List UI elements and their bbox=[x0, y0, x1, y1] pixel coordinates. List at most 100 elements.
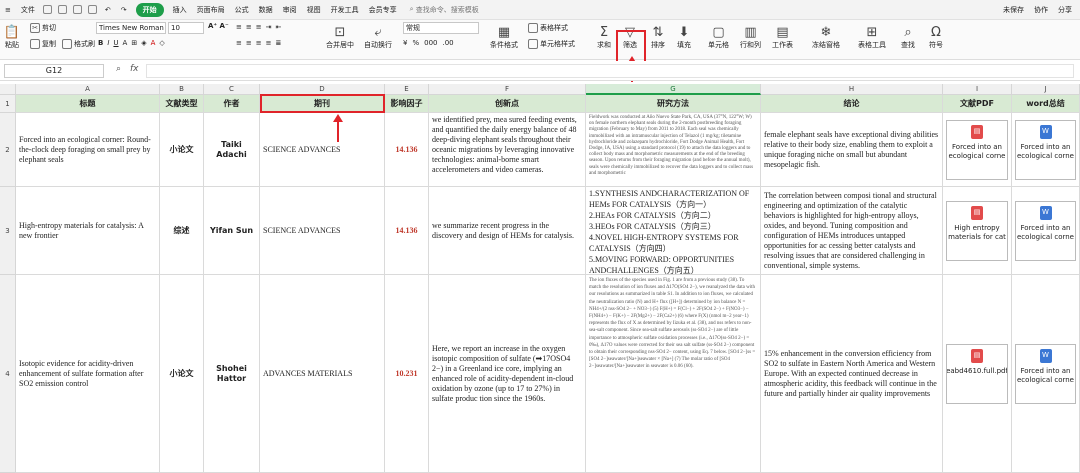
tab-view[interactable]: 视图 bbox=[302, 5, 326, 15]
freeze-panes-button[interactable]: ❄ 冻结窗格 bbox=[812, 24, 840, 50]
merge-center-button[interactable]: ⊡ 合并居中 bbox=[326, 24, 354, 50]
symbol-button[interactable]: Ω 符号 bbox=[928, 24, 944, 50]
tab-review[interactable]: 审阅 bbox=[278, 5, 302, 15]
fill-color-icon[interactable]: ◈ bbox=[141, 39, 146, 47]
sum-button[interactable]: Σ 求和 bbox=[596, 24, 612, 50]
cell-i3[interactable]: ▤ High entropy materials for cat bbox=[943, 187, 1012, 275]
indent-icon[interactable]: ⇥ bbox=[266, 23, 272, 31]
table-tools-button[interactable]: ⊞ 表格工具 bbox=[858, 24, 886, 50]
header-pdf[interactable]: 文献PDF bbox=[943, 95, 1012, 113]
header-author[interactable]: 作者 bbox=[204, 95, 260, 113]
italic-icon[interactable]: I bbox=[107, 39, 109, 47]
tab-page-layout[interactable]: 页面布局 bbox=[192, 5, 230, 15]
cell-e2[interactable]: 14.136 bbox=[385, 113, 429, 187]
header-word[interactable]: word总结 bbox=[1012, 95, 1080, 113]
column-header-f[interactable]: F bbox=[429, 84, 586, 95]
cell-h2[interactable]: female elephant seals have exceptional d… bbox=[761, 113, 943, 187]
cell-b3[interactable]: 综述 bbox=[160, 187, 204, 275]
header-innovation[interactable]: 创新点 bbox=[429, 95, 586, 113]
cell-button[interactable]: ▢ 单元格 bbox=[708, 24, 729, 50]
format-painter-button[interactable]: 格式刷 bbox=[62, 39, 95, 49]
word-attachment[interactable]: W Forced into an ecological corne bbox=[1015, 119, 1076, 180]
row-header-3[interactable]: 3 bbox=[0, 187, 16, 275]
cell-e3[interactable]: 14.136 bbox=[385, 187, 429, 275]
tab-data[interactable]: 数据 bbox=[254, 5, 278, 15]
cell-j3[interactable]: W Forced into an ecological corne bbox=[1012, 187, 1080, 275]
word-attachment[interactable]: W Forced into an ecological corne bbox=[1015, 200, 1076, 261]
zoom-icon[interactable]: ⌕ bbox=[116, 64, 121, 74]
row-header-4[interactable]: 4 bbox=[0, 275, 16, 473]
pdf-attachment[interactable]: ▤ Forced into an ecological corne bbox=[946, 119, 1008, 180]
column-header-a[interactable]: A bbox=[16, 84, 160, 95]
column-header-h[interactable]: H bbox=[761, 84, 943, 95]
menu-file[interactable]: 文件 bbox=[16, 5, 40, 15]
copy-button[interactable]: 复制 bbox=[30, 39, 56, 49]
column-header-g[interactable]: G bbox=[586, 84, 761, 95]
cell-i2[interactable]: ▤ Forced into an ecological corne bbox=[943, 113, 1012, 187]
cell-d2[interactable]: SCIENCE ADVANCES bbox=[260, 113, 385, 187]
find-button[interactable]: ⌕ 查找 bbox=[900, 24, 916, 50]
number-format-select[interactable]: 常规 bbox=[403, 22, 479, 34]
justify-icon[interactable]: ≡ bbox=[266, 39, 272, 47]
cell-style-button[interactable]: 单元格样式 bbox=[528, 39, 575, 49]
row-col-button[interactable]: ▥ 行和列 bbox=[740, 24, 761, 50]
header-impact[interactable]: 影响因子 bbox=[385, 95, 429, 113]
open-icon[interactable] bbox=[42, 5, 52, 14]
cell-j2[interactable]: W Forced into an ecological corne bbox=[1012, 113, 1080, 187]
tab-insert[interactable]: 插入 bbox=[168, 5, 192, 15]
formula-input[interactable] bbox=[146, 64, 1074, 78]
align-left-icon[interactable]: ≡ bbox=[236, 39, 242, 47]
wrap-text-button[interactable]: ⤶ 自动换行 bbox=[364, 24, 392, 50]
collaborate-button[interactable]: 协作 bbox=[1034, 5, 1048, 15]
name-box[interactable]: G12 bbox=[4, 64, 104, 78]
cell-i4[interactable]: ▤ eabd4610.full.pdf bbox=[943, 275, 1012, 473]
pdf-attachment[interactable]: ▤ eabd4610.full.pdf bbox=[946, 343, 1008, 404]
cut-button[interactable]: ✂ 剪切 bbox=[30, 23, 56, 33]
cell-f3[interactable]: we summarize recent progress in the disc… bbox=[429, 187, 586, 275]
align-middle-icon[interactable]: ≡ bbox=[246, 23, 252, 31]
cell-b4[interactable]: 小论文 bbox=[160, 275, 204, 473]
cell-f2[interactable]: we identified prey, mea sured feeding ev… bbox=[429, 113, 586, 187]
menu-icon[interactable]: ≡ bbox=[0, 6, 16, 14]
underline-icon[interactable]: U bbox=[113, 39, 118, 47]
outdent-icon[interactable]: ⇤ bbox=[276, 23, 282, 31]
cell-j4[interactable]: W Forced into an ecological corne bbox=[1012, 275, 1080, 473]
tab-developer[interactable]: 开发工具 bbox=[326, 5, 364, 15]
cell-d4[interactable]: ADVANCES MATERIALS bbox=[260, 275, 385, 473]
cell-c3[interactable]: Yifan Sun bbox=[204, 187, 260, 275]
column-header-e[interactable]: E bbox=[385, 84, 429, 95]
tab-formula[interactable]: 公式 bbox=[230, 5, 254, 15]
cell-e4[interactable]: 10.231 bbox=[385, 275, 429, 473]
undo-icon[interactable]: ↶ bbox=[100, 6, 116, 14]
clear-icon[interactable]: ◇ bbox=[159, 39, 164, 47]
font-color-icon[interactable]: A bbox=[151, 39, 156, 47]
unsaved-status[interactable]: 未保存 bbox=[1003, 5, 1024, 15]
paste-button[interactable]: 📋 粘贴 bbox=[4, 24, 20, 50]
fx-icon[interactable]: fx bbox=[130, 64, 139, 74]
border-icon[interactable]: ⊞ bbox=[131, 39, 137, 47]
save-icon[interactable] bbox=[57, 5, 67, 14]
share-button[interactable]: 分享 bbox=[1058, 5, 1072, 15]
cell-d3[interactable]: SCIENCE ADVANCES bbox=[260, 187, 385, 275]
header-title[interactable]: 标题 bbox=[16, 95, 160, 113]
header-type[interactable]: 文献类型 bbox=[160, 95, 204, 113]
column-header-j[interactable]: J bbox=[1012, 84, 1080, 95]
header-method[interactable]: 研究方法 bbox=[586, 95, 761, 113]
cell-f4[interactable]: Here, we report an increase in the oxyge… bbox=[429, 275, 586, 473]
conditional-format-button[interactable]: ▦ 条件格式 bbox=[490, 24, 518, 50]
tab-member[interactable]: 会员专享 bbox=[364, 5, 402, 15]
cell-b2[interactable]: 小论文 bbox=[160, 113, 204, 187]
redo-icon[interactable]: ↷ bbox=[116, 6, 132, 14]
cell-c4[interactable]: Shohei Hattor bbox=[204, 275, 260, 473]
sheet-button[interactable]: ▤ 工作表 bbox=[772, 24, 793, 50]
column-header-b[interactable]: B bbox=[160, 84, 204, 95]
cell-a4[interactable]: Isotopic evidence for acidity-driven enh… bbox=[16, 275, 160, 473]
table-style-button[interactable]: 表格样式 bbox=[528, 23, 568, 33]
cell-g4[interactable]: The ion fluxes of the species used in Fi… bbox=[586, 275, 761, 473]
font-size-select[interactable]: 10 bbox=[168, 22, 204, 34]
align-right-icon[interactable]: ≡ bbox=[256, 39, 262, 47]
currency-icon[interactable]: ¥ bbox=[403, 39, 407, 47]
align-bottom-icon[interactable]: ≡ bbox=[256, 23, 262, 31]
font-name-select[interactable]: Times New Roman bbox=[96, 22, 166, 34]
cell-g2[interactable]: Fieldwork was conducted at Año Nuevo Sta… bbox=[586, 113, 761, 187]
